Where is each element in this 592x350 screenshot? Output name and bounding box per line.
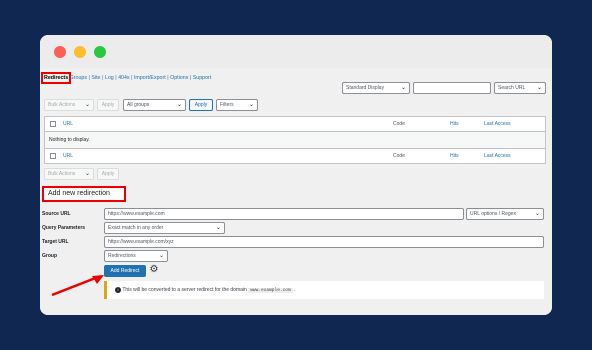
column-url[interactable]: URL	[63, 121, 73, 127]
select-all-checkbox-footer[interactable]	[50, 153, 56, 159]
display-select-value: Standard Display	[346, 85, 385, 91]
bulk-actions-select-bottom[interactable]: Bulk Actions ⌄	[44, 168, 94, 180]
search-url-label: Search URL	[498, 85, 526, 91]
url-options-select[interactable]: URL options / Regex ⌄	[466, 208, 544, 220]
query-parameters-select[interactable]: Exact match in any order ⌄	[104, 222, 225, 234]
add-redirection-heading: Add new redirection	[42, 186, 126, 202]
source-url-input[interactable]: https://www.example.com	[104, 208, 464, 220]
column-last-access-footer[interactable]: Last Access	[484, 153, 511, 159]
nav-groups[interactable]: Groups	[70, 75, 87, 81]
redirection-admin-page: Redirects Groups | Site | Log | 404s | I…	[40, 68, 552, 315]
search-url-button[interactable]: Search URL ⌄	[494, 82, 546, 94]
empty-message: Nothing to display.	[49, 137, 90, 143]
nav-support[interactable]: Support	[193, 75, 212, 81]
annotation-arrow-icon	[51, 275, 104, 297]
info-icon: i	[115, 286, 121, 293]
source-url-label: Source URL	[42, 211, 71, 217]
close-window-button[interactable]	[54, 46, 66, 58]
apply-button-bottom[interactable]: Apply	[97, 168, 119, 180]
group-select[interactable]: Redirections ⌄	[104, 250, 168, 262]
url-options-value: URL options / Regex	[470, 211, 516, 217]
add-redirect-button[interactable]: Add Redirect	[104, 265, 146, 277]
chevron-down-icon: ⌄	[84, 171, 90, 177]
chevron-down-icon: ⌄	[215, 225, 221, 231]
bulk-actions-bottom-label: Bulk Actions	[48, 171, 76, 177]
subsubsub-nav: Redirects Groups | Site | Log | 404s | I…	[40, 72, 212, 84]
display-select[interactable]: Standard Display ⌄	[342, 82, 410, 94]
maximize-window-button[interactable]	[94, 46, 106, 58]
column-code: Code	[393, 121, 405, 127]
nav-options[interactable]: Options	[170, 75, 188, 81]
chevron-down-icon: ⌄	[158, 253, 164, 259]
nav-log[interactable]: Log	[105, 75, 114, 81]
notice-end: .	[294, 287, 296, 293]
chevron-down-icon: ⌄	[248, 102, 254, 108]
gear-icon[interactable]: ⚙	[148, 264, 160, 276]
query-parameters-label: Query Parameters	[42, 225, 86, 231]
group-filter-value: All groups	[127, 102, 150, 108]
column-hits[interactable]: Hits	[450, 121, 459, 127]
minimize-window-button[interactable]	[74, 46, 86, 58]
chevron-down-icon: ⌄	[400, 85, 406, 91]
nav-404s[interactable]: 404s	[118, 75, 130, 81]
browser-window: Redirects Groups | Site | Log | 404s | I…	[40, 35, 552, 315]
query-parameters-value: Exact match in any order	[108, 225, 164, 231]
search-input[interactable]	[413, 82, 491, 94]
nav-site[interactable]: Site	[91, 75, 100, 81]
chevron-down-icon: ⌄	[176, 102, 182, 108]
select-all-checkbox[interactable]	[50, 121, 56, 127]
filters-select[interactable]: Filters ⌄	[216, 99, 258, 111]
empty-row: Nothing to display.	[45, 131, 545, 149]
filters-label: Filters	[220, 102, 234, 108]
title-bar	[40, 35, 552, 68]
column-last-access[interactable]: Last Access	[484, 121, 511, 127]
column-url-footer[interactable]: URL	[63, 153, 73, 159]
notice-domain: www.example.com	[248, 288, 293, 293]
chevron-down-icon: ⌄	[534, 211, 540, 217]
bulk-actions-label: Bulk Actions	[48, 102, 76, 108]
server-redirect-notice: i This will be converted to a server red…	[104, 281, 544, 299]
chevron-down-icon: ⌄	[84, 102, 90, 108]
group-label: Group	[42, 253, 57, 259]
column-hits-footer[interactable]: Hits	[450, 153, 459, 159]
notice-text: This will be converted to a server redir…	[122, 287, 247, 293]
nav-redirects[interactable]: Redirects	[40, 72, 72, 84]
target-url-label: Target URL	[42, 239, 69, 245]
redirects-table: URL Code Hits Last Access Nothing to dis…	[44, 116, 546, 164]
nav-import-export[interactable]: Import/Export	[134, 75, 166, 81]
group-select-value: Redirections	[108, 253, 136, 259]
column-code-footer: Code	[393, 153, 405, 159]
apply-button[interactable]: Apply	[97, 99, 119, 111]
apply-group-button[interactable]: Apply	[189, 99, 213, 111]
target-url-input[interactable]: https://www.example.com/xyz	[104, 236, 544, 248]
bulk-actions-select[interactable]: Bulk Actions ⌄	[44, 99, 94, 111]
chevron-down-icon: ⌄	[536, 85, 542, 91]
group-filter-select[interactable]: All groups ⌄	[123, 99, 186, 111]
